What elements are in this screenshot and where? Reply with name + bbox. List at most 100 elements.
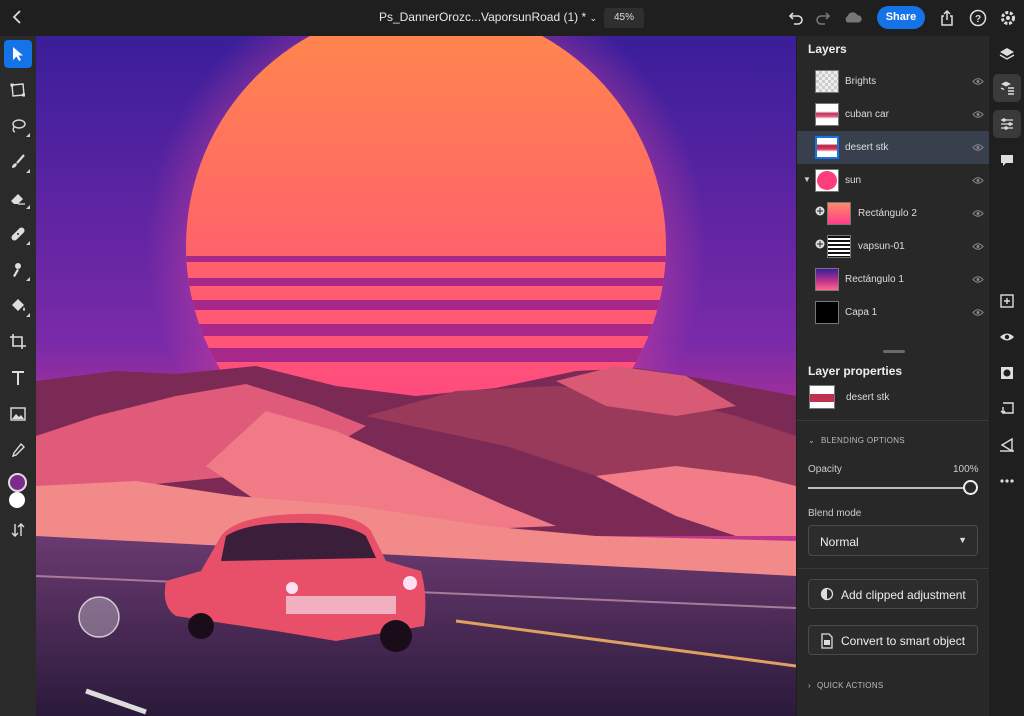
paint-bucket-icon (12, 299, 25, 311)
move-tool[interactable] (4, 40, 32, 68)
export-icon[interactable] (937, 8, 957, 28)
settings-gear-icon[interactable] (998, 8, 1018, 28)
layer-row-desert-stk[interactable]: desert stk (797, 131, 989, 164)
comments-button[interactable] (993, 146, 1021, 174)
eye-icon[interactable] (972, 77, 984, 86)
adjustment-half-circle-icon (820, 587, 834, 601)
layer-thumbnail (815, 70, 839, 93)
eye-icon[interactable] (972, 308, 984, 317)
opacity-slider-knob[interactable] (963, 480, 978, 495)
convert-to-smart-object-label: Convert to smart object (841, 634, 966, 648)
layer-properties-thumbnail (809, 385, 835, 409)
add-clipped-adjustment-button[interactable]: Add clipped adjustment (808, 579, 978, 609)
lasso-tool[interactable] (4, 112, 32, 140)
layer-row-brights[interactable]: Brights (797, 65, 989, 98)
eyedropper-tool[interactable] (4, 436, 32, 464)
clip-icon (1000, 402, 1014, 414)
layer-thumbnail (815, 268, 839, 291)
background-color-swatch[interactable] (9, 492, 25, 508)
more-options-button[interactable] (993, 467, 1021, 495)
opacity-slider-track[interactable] (808, 487, 966, 489)
share-button[interactable]: Share (877, 6, 925, 29)
blending-options-toggle[interactable]: ⌄ BLENDING OPTIONS (808, 436, 905, 445)
add-layer-button[interactable] (993, 287, 1021, 315)
layer-row-rectangulo-2[interactable]: Rectángulo 2 (797, 197, 989, 230)
fx-icon (1000, 437, 1014, 453)
clone-stamp-tool[interactable] (4, 256, 32, 284)
layer-thumbnail (815, 169, 839, 192)
more-icon (1000, 479, 1014, 483)
eye-icon[interactable] (972, 176, 984, 185)
layer-name: vapsun-01 (858, 241, 905, 252)
layer-name: Rectángulo 1 (845, 274, 904, 285)
bandage-icon (11, 227, 25, 241)
quick-actions-toggle[interactable]: › QUICK ACTIONS (808, 681, 884, 690)
paint-bucket-tool[interactable] (4, 292, 32, 320)
eye-icon[interactable] (972, 275, 984, 284)
image-icon (10, 407, 26, 421)
layer-thumbnail (815, 136, 839, 159)
transform-tool[interactable] (4, 76, 32, 104)
arrow-select-icon (13, 47, 23, 61)
undo-icon[interactable] (785, 8, 805, 28)
type-tool[interactable] (4, 364, 32, 392)
chevron-right-icon: › (808, 681, 811, 690)
layer-row-capa-1[interactable]: Capa 1 (797, 296, 989, 329)
help-icon[interactable]: ? (968, 8, 988, 28)
healing-tool[interactable] (4, 220, 32, 248)
visibility-eye-icon (1000, 333, 1014, 341)
mask-button[interactable] (993, 359, 1021, 387)
layer-row-vapsun-01[interactable]: vapsun-01 (797, 230, 989, 263)
artwork-image (36, 36, 796, 716)
clip-to-layer-button[interactable] (993, 395, 1021, 423)
place-image-tool[interactable] (4, 400, 32, 428)
adjustments-button[interactable] (993, 110, 1021, 138)
layer-properties-button[interactable] (993, 74, 1021, 102)
document-canvas[interactable] (36, 36, 796, 716)
eye-icon[interactable] (972, 110, 984, 119)
panel-resize-handle[interactable] (883, 350, 905, 353)
opacity-value: 100% (953, 464, 979, 475)
redo-icon[interactable] (814, 8, 834, 28)
layer-group-sun[interactable]: ▼ sun (797, 164, 989, 197)
chevron-down-icon: ⌄ (808, 436, 816, 445)
document-title-menu[interactable]: Ps_DannerOrozc...VaporsunRoad (1) * ⌄ (379, 10, 597, 24)
eye-icon[interactable] (972, 242, 984, 251)
back-icon[interactable] (8, 7, 28, 27)
eye-icon[interactable] (972, 143, 984, 152)
cloud-icon[interactable] (843, 8, 863, 28)
visibility-button[interactable] (993, 323, 1021, 351)
swap-colors[interactable] (4, 516, 32, 544)
blend-mode-select[interactable]: Normal ▼ (808, 525, 978, 556)
layer-thumbnail (827, 202, 851, 225)
quick-actions-label: QUICK ACTIONS (816, 681, 884, 690)
layer-name: desert stk (845, 142, 889, 153)
foreground-color-swatch[interactable] (8, 473, 27, 492)
crop-tool[interactable] (4, 328, 32, 356)
eye-icon[interactable] (972, 209, 984, 218)
chevron-down-icon: ▼ (958, 535, 967, 545)
mask-icon (1001, 367, 1013, 379)
layer-thumbnail (815, 103, 839, 126)
brush-tool[interactable] (4, 148, 32, 176)
chevron-down-icon: ⌄ (589, 13, 598, 23)
brush-icon (12, 154, 25, 168)
type-icon (12, 371, 24, 385)
link-icon (815, 239, 825, 249)
color-swatches[interactable] (4, 470, 32, 510)
fx-button[interactable] (993, 431, 1021, 459)
transform-icon (10, 83, 25, 97)
eraser-tool[interactable] (4, 184, 32, 212)
layer-name: Brights (845, 76, 877, 87)
divider (797, 420, 989, 421)
top-bar: Ps_DannerOrozc...VaporsunRoad (1) * ⌄ 45… (0, 0, 1024, 36)
convert-to-smart-object-button[interactable]: Convert to smart object (808, 625, 978, 655)
layers-panel-button[interactable] (993, 40, 1021, 68)
zoom-level[interactable]: 45% (604, 8, 644, 28)
layer-row-cuban-car[interactable]: cuban car (797, 98, 989, 131)
divider (797, 568, 989, 569)
layer-properties-title: Layer properties (808, 364, 903, 378)
expand-caret-icon[interactable]: ▼ (803, 175, 811, 184)
layer-row-rectangulo-1[interactable]: Rectángulo 1 (797, 263, 989, 296)
blend-mode-label: Blend mode (808, 508, 862, 519)
